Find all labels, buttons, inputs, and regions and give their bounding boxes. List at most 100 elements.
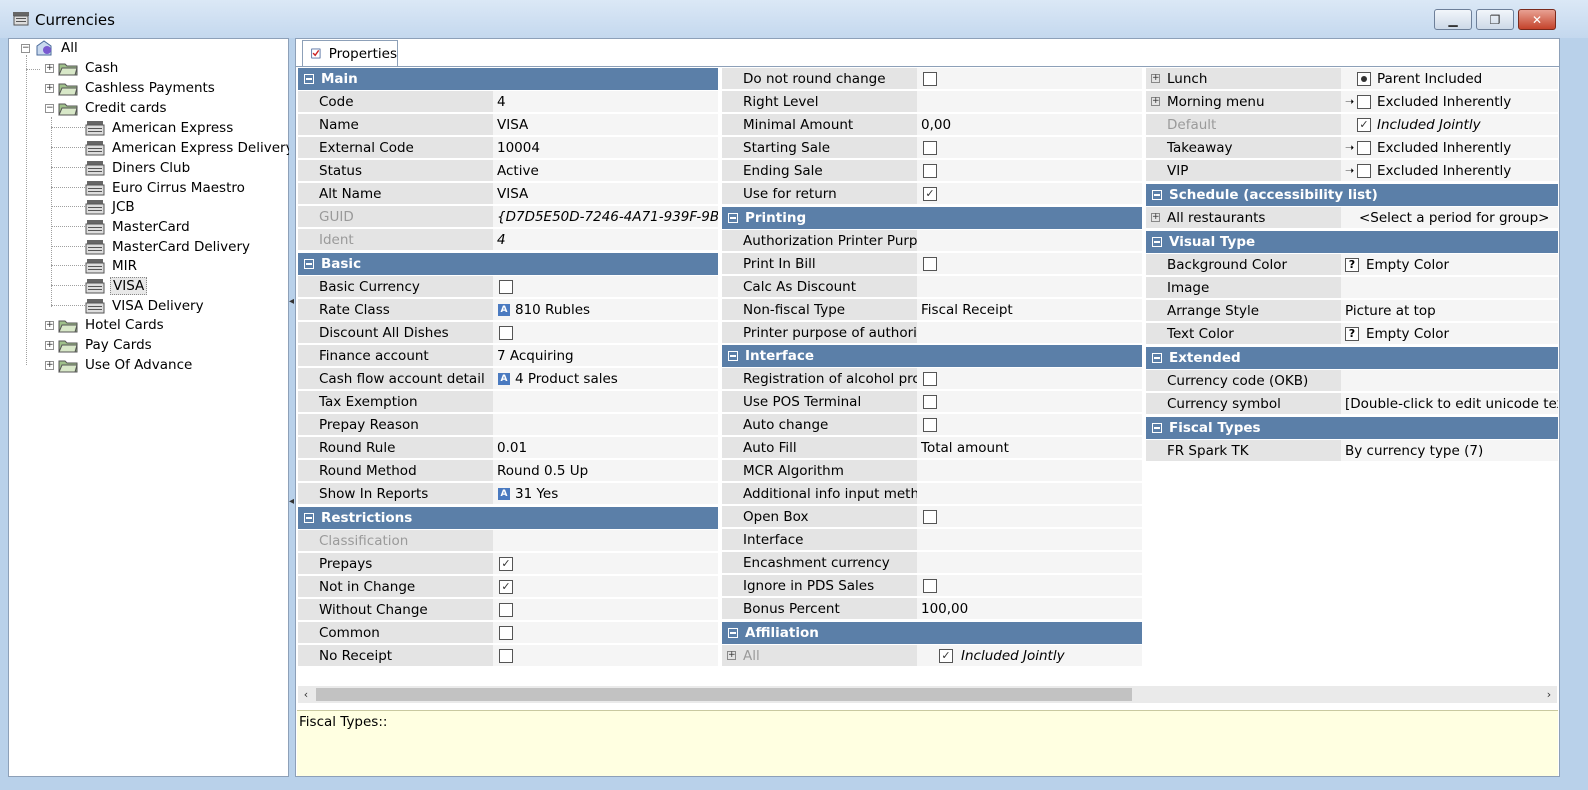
collapse-left-icon[interactable]: ◂ bbox=[289, 496, 294, 507]
collapse-section-icon[interactable] bbox=[1152, 237, 1162, 247]
prop-registration-alcohol[interactable]: Registration of alcohol products bbox=[722, 368, 1142, 390]
scroll-right-icon[interactable]: › bbox=[1541, 686, 1557, 703]
prop-mcr-algorithm[interactable]: MCR Algorithm bbox=[722, 460, 1142, 482]
starting-sale-checkbox[interactable] bbox=[923, 140, 937, 155]
prop-image[interactable]: Image bbox=[1146, 277, 1558, 299]
prop-round-rule[interactable]: Round Rule 0.01 bbox=[298, 437, 718, 459]
prop-minimal-amount[interactable]: Minimal Amount 0,00 bbox=[722, 114, 1142, 136]
discount-all-checkbox[interactable] bbox=[499, 325, 513, 340]
tree-node-cash[interactable]: + Cash bbox=[45, 59, 120, 77]
currency-tree[interactable]: − All + Cash + Cashless Payments − Credi… bbox=[8, 38, 294, 777]
prepays-checkbox-checked[interactable]: ✓ bbox=[499, 556, 513, 571]
tree-node-hotel-cards[interactable]: + Hotel Cards bbox=[45, 316, 166, 334]
without-change-checkbox[interactable] bbox=[499, 602, 513, 617]
prop-code[interactable]: Code 4 bbox=[298, 91, 718, 113]
common-checkbox[interactable] bbox=[499, 625, 513, 640]
collapse-icon[interactable]: − bbox=[45, 103, 54, 113]
prop-common[interactable]: Common bbox=[298, 622, 718, 644]
prop-tax-exemption[interactable]: Tax Exemption bbox=[298, 391, 718, 413]
collapse-left-icon[interactable]: ◂ bbox=[289, 296, 294, 307]
prop-prepay-reason[interactable]: Prepay Reason bbox=[298, 414, 718, 436]
section-restrictions[interactable]: Restrictions bbox=[298, 507, 718, 529]
prop-encashment-currency[interactable]: Encashment currency bbox=[722, 552, 1142, 574]
section-fiscal-types[interactable]: Fiscal Types bbox=[1146, 417, 1558, 439]
scrollbar-thumb[interactable] bbox=[316, 688, 1132, 701]
collapse-section-icon[interactable] bbox=[1152, 423, 1162, 433]
tree-leaf-american-express-delivery[interactable]: American Express Delivery bbox=[85, 139, 296, 157]
prop-ending-sale[interactable]: Ending Sale bbox=[722, 160, 1142, 182]
collapse-section-icon[interactable] bbox=[728, 628, 738, 638]
section-printing[interactable]: Printing bbox=[722, 207, 1142, 229]
ending-sale-checkbox[interactable] bbox=[923, 163, 937, 178]
expand-icon[interactable]: + bbox=[1151, 97, 1160, 106]
collapse-section-icon[interactable] bbox=[304, 259, 314, 269]
expand-icon[interactable]: + bbox=[45, 340, 54, 350]
prop-right-level[interactable]: Right Level bbox=[722, 91, 1142, 113]
collapse-icon[interactable]: − bbox=[21, 43, 30, 53]
expand-icon[interactable]: + bbox=[45, 63, 54, 73]
prop-printer-purpose-auth[interactable]: Printer purpose of authorization bbox=[722, 322, 1142, 344]
tree-leaf-diners-club[interactable]: Diners Club bbox=[85, 159, 192, 177]
tree-node-credit-cards[interactable]: − Credit cards bbox=[45, 99, 169, 117]
expand-icon[interactable]: + bbox=[45, 83, 54, 93]
prop-ignore-pds[interactable]: Ignore in PDS Sales bbox=[722, 575, 1142, 597]
section-basic[interactable]: Basic bbox=[298, 253, 718, 275]
horizontal-scrollbar[interactable]: ‹ › bbox=[298, 686, 1557, 703]
prop-auth-printer-purpose[interactable]: Authorization Printer Purpose bbox=[722, 230, 1142, 252]
tree-leaf-mastercard-delivery[interactable]: MasterCard Delivery bbox=[85, 238, 252, 256]
expand-icon[interactable]: + bbox=[727, 651, 736, 660]
tree-node-use-of-advance[interactable]: + Use Of Advance bbox=[45, 356, 194, 374]
tree-leaf-mir[interactable]: MIR bbox=[85, 257, 139, 275]
prop-additional-info[interactable]: Additional info input method bbox=[722, 483, 1142, 505]
prop-basic-currency[interactable]: Basic Currency bbox=[298, 276, 718, 298]
prop-non-fiscal-type[interactable]: Non-fiscal Type Fiscal Receipt bbox=[722, 299, 1142, 321]
expand-icon[interactable]: + bbox=[45, 320, 54, 330]
collapse-section-icon[interactable] bbox=[1152, 353, 1162, 363]
prop-round-method[interactable]: Round Method Round 0.5 Up bbox=[298, 460, 718, 482]
prop-all-restaurants[interactable]: + All restaurants <Select a period for gro… bbox=[1146, 207, 1558, 229]
tree-leaf-jcb[interactable]: JCB bbox=[85, 198, 137, 216]
section-extended[interactable]: Extended bbox=[1146, 347, 1558, 369]
prop-alt-name[interactable]: Alt Name VISA bbox=[298, 183, 718, 205]
prop-finance-account[interactable]: Finance account 7 Acquiring bbox=[298, 345, 718, 367]
default-checkbox-checked[interactable]: ✓ bbox=[1357, 117, 1371, 132]
prop-fr-spark[interactable]: FR Spark TK By currency type (7) bbox=[1146, 440, 1558, 462]
open-box-checkbox[interactable] bbox=[923, 509, 937, 524]
morning-menu-checkbox[interactable] bbox=[1357, 94, 1371, 109]
prop-discount-all[interactable]: Discount All Dishes bbox=[298, 322, 718, 344]
collapse-section-icon[interactable] bbox=[728, 213, 738, 223]
affiliation-checkbox-checked[interactable]: ✓ bbox=[939, 648, 953, 663]
no-receipt-checkbox[interactable] bbox=[499, 648, 513, 663]
collapse-section-icon[interactable] bbox=[304, 74, 314, 84]
tree-leaf-american-express[interactable]: American Express bbox=[85, 119, 235, 137]
basic-currency-checkbox[interactable] bbox=[499, 279, 513, 294]
prop-print-in-bill[interactable]: Print In Bill bbox=[722, 253, 1142, 275]
tree-leaf-euro-cirrus-maestro[interactable]: Euro Cirrus Maestro bbox=[85, 179, 247, 197]
vip-checkbox[interactable] bbox=[1357, 163, 1371, 178]
prop-cash-flow[interactable]: Cash flow account detail A 4 Product sales bbox=[298, 368, 718, 390]
prop-morning-menu[interactable]: + Morning menu ➝ Excluded Inherently bbox=[1146, 91, 1558, 113]
prop-use-for-return[interactable]: Use for return ✓ bbox=[722, 183, 1142, 205]
section-visual-type[interactable]: Visual Type bbox=[1146, 231, 1558, 253]
prop-text-color[interactable]: Text Color? Empty Color bbox=[1146, 323, 1558, 345]
tree-leaf-visa[interactable]: VISA bbox=[85, 277, 148, 295]
section-affiliation[interactable]: Affiliation bbox=[722, 622, 1142, 644]
prop-currency-code[interactable]: Currency code (OKB) bbox=[1146, 370, 1558, 392]
tab-properties[interactable]: Properties bbox=[302, 40, 398, 66]
section-interface[interactable]: Interface bbox=[722, 345, 1142, 367]
prop-default[interactable]: Default ✓ Included Jointly bbox=[1146, 114, 1558, 136]
prop-external-code[interactable]: External Code 10004 bbox=[298, 137, 718, 159]
tree-node-cashless[interactable]: + Cashless Payments bbox=[45, 79, 217, 97]
section-main[interactable]: Main bbox=[298, 68, 718, 90]
collapse-section-icon[interactable] bbox=[728, 351, 738, 361]
parent-included-radio[interactable] bbox=[1357, 71, 1371, 86]
expand-icon[interactable]: + bbox=[45, 360, 54, 370]
prop-without-change[interactable]: Without Change bbox=[298, 599, 718, 621]
expand-icon[interactable]: + bbox=[1151, 213, 1160, 222]
prop-no-receipt[interactable]: No Receipt bbox=[298, 645, 718, 667]
prop-do-not-round[interactable]: Do not round change bbox=[722, 68, 1142, 90]
takeaway-checkbox[interactable] bbox=[1357, 140, 1371, 155]
prop-starting-sale[interactable]: Starting Sale bbox=[722, 137, 1142, 159]
scroll-left-icon[interactable]: ‹ bbox=[298, 686, 314, 703]
auto-change-checkbox[interactable] bbox=[923, 417, 937, 432]
